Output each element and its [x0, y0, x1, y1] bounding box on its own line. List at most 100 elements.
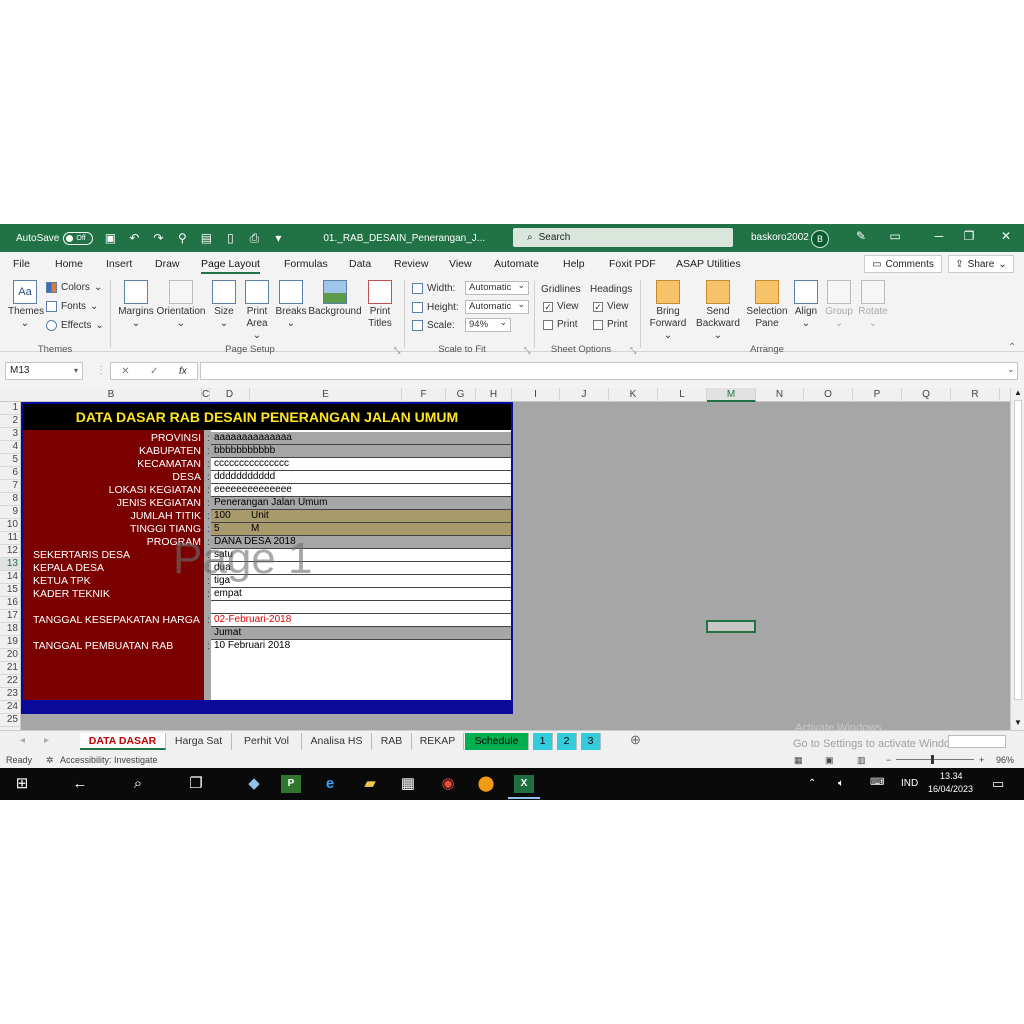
column-header[interactable]: R [951, 388, 1000, 402]
printer-icon[interactable]: ⎙ [247, 231, 261, 245]
calculator-icon[interactable]: ▦ [398, 775, 418, 793]
field-label[interactable]: PROVINSI [151, 432, 201, 445]
expand-formula-icon[interactable]: ⌄ [1007, 364, 1015, 375]
row-header[interactable]: 12 [0, 545, 21, 558]
row-header[interactable]: 7 [0, 480, 21, 493]
row-header[interactable]: 17 [0, 610, 21, 623]
column-header[interactable]: L [658, 388, 707, 402]
print-titles-button[interactable]: Print Titles [364, 280, 396, 330]
themes-button[interactable]: Aa Themes ⌄ [8, 280, 44, 330]
column-header[interactable]: F [402, 388, 446, 402]
windows-start-icon[interactable]: ⊞ [12, 775, 32, 793]
zoom-slider[interactable] [896, 759, 974, 760]
search-box[interactable]: ⌕ Search [513, 228, 733, 247]
autosave-toggle[interactable]: AutoSave Off [16, 231, 94, 245]
column-header[interactable]: J [560, 388, 609, 402]
row-header[interactable]: 5 [0, 454, 21, 467]
column-header[interactable]: B [21, 388, 202, 402]
new-file-icon[interactable]: ▯ [223, 231, 237, 245]
field-value[interactable]: ccccccccccccccc [211, 458, 511, 471]
fonts-button[interactable]: Fonts ⌄ [46, 301, 98, 312]
sheet-tab-1[interactable]: 1 [533, 733, 553, 750]
name-box[interactable]: M13 [5, 362, 83, 380]
customize-qat-icon[interactable]: ▾ [271, 231, 285, 245]
field-label[interactable]: KABUPATEN [139, 445, 201, 458]
field-label[interactable]: JENIS KEGIATAN [117, 497, 201, 510]
field-label[interactable]: DESA [172, 471, 201, 484]
field-value[interactable]: empat [211, 588, 511, 601]
column-header[interactable]: C [202, 388, 210, 402]
rotate-button[interactable]: Rotate ⌄ [857, 280, 889, 330]
formula-input[interactable] [200, 362, 1018, 380]
tab-insert[interactable]: Insert [106, 258, 132, 270]
pen-icon[interactable]: ✎ [853, 229, 869, 243]
accessibility-status[interactable]: Accessibility: Investigate [60, 755, 158, 765]
zoom-level[interactable]: 96% [996, 755, 1014, 765]
field-label[interactable]: KECAMATAN [137, 458, 201, 471]
field-value[interactable]: 10 Februari 2018 [211, 640, 511, 653]
notification-icon[interactable]: ▭ [992, 776, 1004, 792]
headings-print-checkbox[interactable]: Print [593, 319, 628, 330]
sheet-tab-perhit-vol[interactable]: Perhit Vol [232, 733, 302, 750]
row-header[interactable]: 4 [0, 441, 21, 454]
print-preview-icon[interactable]: ▤ [199, 231, 213, 245]
cancel-icon[interactable]: ✕ [121, 366, 129, 377]
row-header[interactable]: 10 [0, 519, 21, 532]
field-value[interactable]: 100 Unit [211, 510, 511, 523]
vertical-scrollbar[interactable]: ▲ ▼ [1010, 388, 1024, 730]
row-header[interactable]: 23 [0, 688, 21, 701]
scale-launcher-icon[interactable]: ⤡ [524, 346, 530, 356]
redo-icon[interactable]: ↷ [151, 231, 165, 245]
tab-foxit-pdf[interactable]: Foxit PDF [609, 258, 656, 270]
sheet-tab-analisa-hs[interactable]: Analisa HS [302, 733, 372, 750]
restore-icon[interactable]: ❐ [961, 229, 977, 243]
bring-forward-button[interactable]: Bring Forward ⌄ [646, 280, 690, 342]
sheet-tab-data-dasar[interactable]: DATA DASAR [80, 733, 166, 750]
tab-prev-icon[interactable]: ◂ [20, 735, 25, 746]
width-select[interactable]: Automatic [465, 279, 529, 295]
row-header[interactable]: 19 [0, 636, 21, 649]
macro-icon[interactable]: ⚲ [175, 231, 189, 245]
row-header[interactable]: 22 [0, 675, 21, 688]
keyboard-icon[interactable]: ⌨ [870, 777, 884, 788]
clock-date[interactable]: 16/04/2023 [928, 784, 973, 794]
page-layout-view-icon[interactable]: ▣ [825, 755, 834, 766]
search-icon[interactable]: ⌕ [128, 775, 148, 793]
column-header-selected[interactable]: M [707, 388, 756, 402]
send-backward-button[interactable]: Send Backward ⌄ [693, 280, 743, 342]
minimize-icon[interactable]: ─ [931, 229, 947, 243]
maps-icon[interactable]: ⬤ [476, 775, 496, 793]
effects-button[interactable]: Effects ⌄ [46, 320, 104, 331]
file-name[interactable]: 01._RAB_DESAIN_Penerangan_J... [323, 233, 485, 244]
back-icon[interactable]: ← [70, 775, 90, 793]
sheet-tab-rab[interactable]: RAB [372, 733, 412, 750]
task-view-icon[interactable]: ❐ [186, 775, 206, 793]
height-select[interactable]: Automatic [465, 298, 529, 314]
row-header[interactable]: 25 [0, 714, 21, 727]
tab-asap-utilities[interactable]: ASAP Utilities [676, 258, 741, 270]
scale-stepper[interactable]: 94% [465, 316, 511, 332]
field-label[interactable]: KEPALA DESA [33, 562, 104, 575]
field-value[interactable]: Penerangan Jalan Umum [211, 497, 511, 510]
column-header[interactable]: D [210, 388, 250, 402]
scroll-up-icon[interactable]: ▲ [1014, 388, 1022, 397]
sheet-options-launcher-icon[interactable]: ⤡ [630, 346, 636, 356]
comments-button[interactable]: ▭ Comments [864, 255, 942, 273]
accessibility-icon[interactable]: ✲ [46, 755, 54, 766]
zoom-in-icon[interactable]: + [979, 755, 984, 765]
field-label[interactable]: KETUA TPK [33, 575, 91, 588]
empty-value[interactable] [211, 601, 511, 614]
sheet-title[interactable]: DATA DASAR RAB DESAIN PENERANGAN JALAN U… [23, 404, 511, 430]
page-setup-launcher-icon[interactable]: ⤡ [394, 346, 400, 356]
gridlines-view-checkbox[interactable]: ✓ View [543, 301, 579, 312]
ribbon-display-icon[interactable]: ▭ [887, 229, 903, 243]
field-value[interactable]: ddddddddddd [211, 471, 511, 484]
column-header[interactable]: G [446, 388, 476, 402]
selection-pane-button[interactable]: Selection Pane [745, 280, 789, 330]
row-header[interactable]: 8 [0, 493, 21, 506]
avatar[interactable]: B [811, 230, 829, 248]
normal-view-icon[interactable]: ▦ [794, 755, 803, 766]
sheet-tab-2[interactable]: 2 [557, 733, 577, 750]
row-header[interactable]: 9 [0, 506, 21, 519]
file-explorer-icon[interactable]: ▰ [360, 775, 380, 793]
